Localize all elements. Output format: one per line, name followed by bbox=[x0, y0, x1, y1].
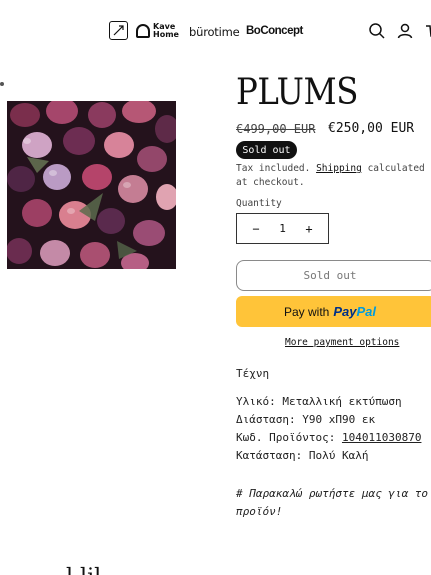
regular-price: €499,00 EUR bbox=[236, 122, 316, 136]
paypal-button[interactable]: Pay with PayPal bbox=[236, 296, 431, 327]
sold-out-button[interactable]: Sold out bbox=[236, 260, 431, 291]
product-code-value[interactable]: 104011030870 bbox=[342, 431, 421, 444]
product-code-label: Κωδ. Προϊόντος: bbox=[236, 431, 342, 444]
quantity-plus-button[interactable]: + bbox=[302, 222, 316, 236]
description-material: Υλικό: Μεταλλική εκτύπωση bbox=[236, 395, 402, 408]
product-title: PLUMS bbox=[236, 72, 358, 113]
tax-prefix: Tax included. bbox=[236, 163, 317, 174]
description-condition: Κατάσταση: Πολύ Καλή bbox=[236, 449, 369, 462]
shipping-link[interactable]: Shipping bbox=[316, 163, 362, 174]
product-image[interactable] bbox=[7, 101, 176, 269]
quantity-stepper: − 1 + bbox=[236, 213, 329, 244]
inquiry-note: # Παρακαλώ ρωτήστε μας για το προϊόν! bbox=[236, 487, 429, 518]
section-title-partial: l lil bbox=[66, 565, 101, 575]
quantity-label: Quantity bbox=[236, 198, 282, 209]
site-header: Kave Home bürotime BoConcept bbox=[0, 0, 431, 62]
account-icon[interactable] bbox=[396, 22, 414, 40]
description-dimension: Διάσταση: Υ90 xΠ90 εκ bbox=[236, 413, 376, 426]
paypal-logo: PayPal bbox=[333, 304, 376, 319]
sold-out-badge: Sold out bbox=[236, 141, 297, 159]
boconcept-logo[interactable]: BoConcept bbox=[246, 25, 303, 37]
cart-icon[interactable] bbox=[424, 22, 431, 40]
brand-mark-icon[interactable] bbox=[109, 21, 128, 40]
more-payment-options-link[interactable]: More payment options bbox=[285, 337, 399, 348]
description-product-code: Κωδ. Προϊόντος: 104011030870 bbox=[236, 431, 421, 444]
sale-price: €250,00 EUR bbox=[328, 121, 415, 136]
carousel-dot[interactable] bbox=[0, 82, 4, 86]
tax-note: Tax included. Shipping calculated at che… bbox=[236, 162, 431, 190]
plums-artwork bbox=[7, 101, 176, 269]
quantity-input[interactable]: 1 bbox=[279, 222, 286, 235]
kave-home-icon bbox=[136, 24, 150, 38]
description-category: Τέχνη bbox=[236, 367, 270, 380]
search-icon[interactable] bbox=[368, 22, 386, 40]
burotime-logo[interactable]: bürotime bbox=[189, 25, 240, 39]
quantity-minus-button[interactable]: − bbox=[249, 222, 263, 236]
kave-home-logo[interactable]: Kave Home bbox=[136, 22, 179, 40]
kave-home-text: Kave Home bbox=[153, 22, 179, 39]
paypal-with-text: Pay with bbox=[283, 304, 330, 319]
